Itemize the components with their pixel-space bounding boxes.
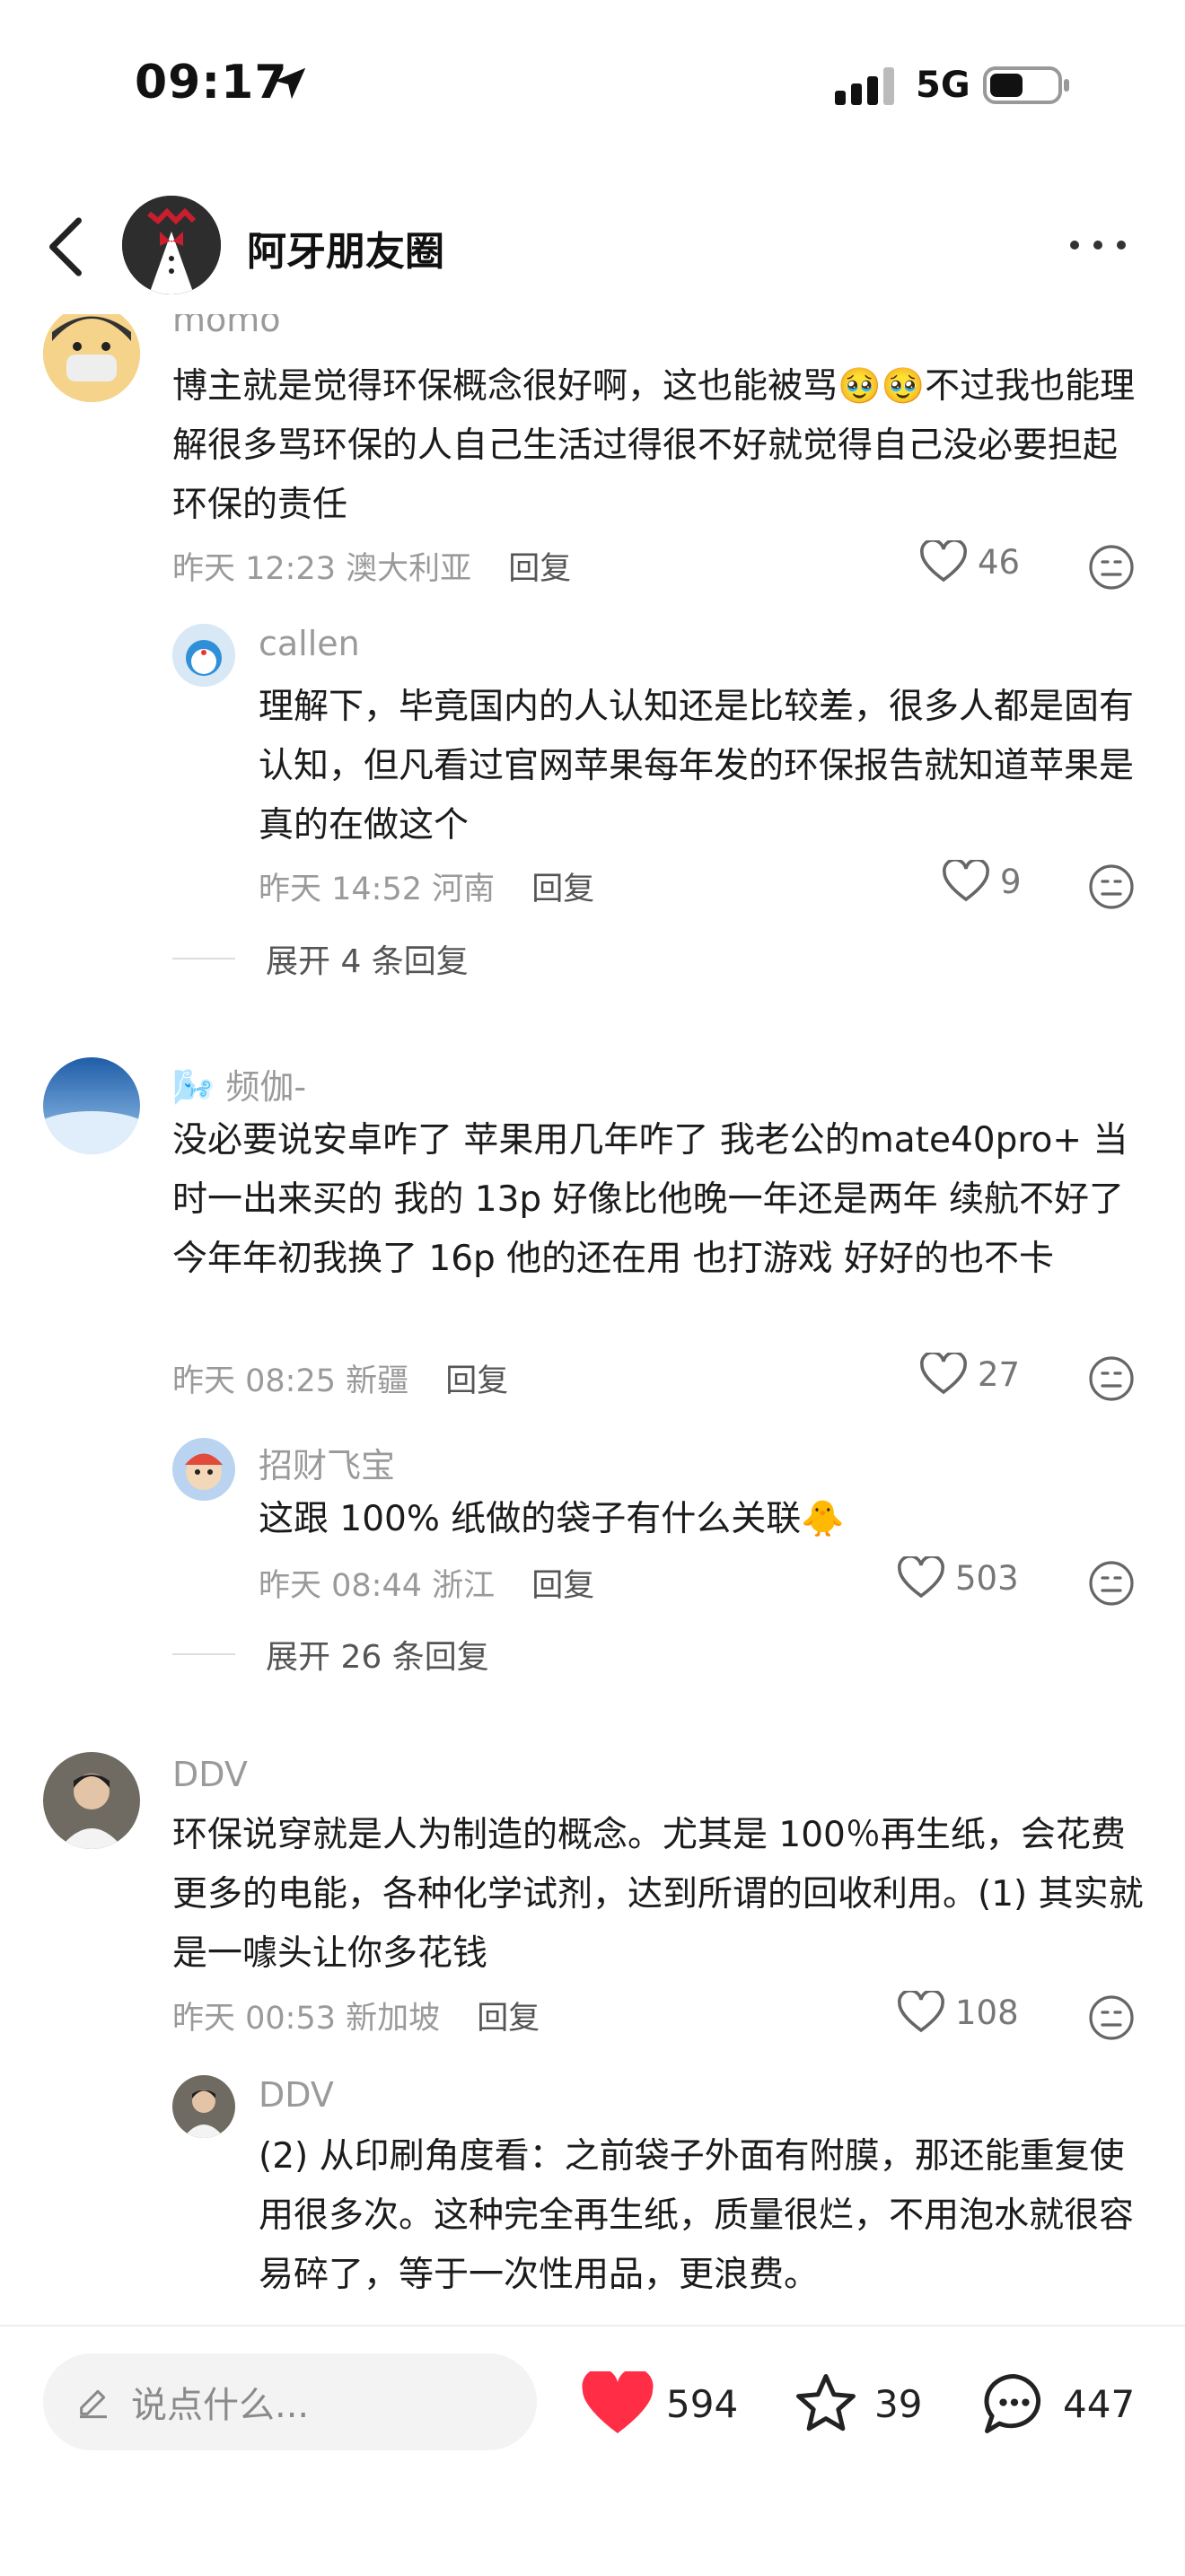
comment-username[interactable]: DDV <box>172 1755 248 1794</box>
comment-location: 新疆 <box>346 1363 409 1399</box>
network-type: 5G <box>916 65 970 106</box>
emoji-reaction-icon[interactable] <box>1088 1355 1135 1402</box>
top-nav-bar: 阿牙朋友圈 <box>0 180 1185 314</box>
avatar[interactable] <box>172 624 235 687</box>
comment-list[interactable]: momo 博主就是觉得环保概念很好啊，这也能被骂🥹🥹不过我也能理解很多骂环保的人… <box>0 314 1185 2325</box>
comment-meta: 昨天 12:23 澳大利亚 回复 <box>172 543 571 589</box>
expand-replies-label: 展开 4 条回复 <box>266 943 469 980</box>
tuxedo-avatar-icon <box>122 196 221 294</box>
comment-text: 博主就是觉得环保概念很好啊，这也能被骂🥹🥹不过我也能理解很多骂环保的人自己生活过… <box>172 366 1136 525</box>
emoji-reaction-icon[interactable] <box>1088 863 1135 910</box>
avatar[interactable] <box>43 1057 140 1154</box>
chat-bubble-icon <box>984 2374 1041 2433</box>
emoji-reaction-icon[interactable] <box>1088 1994 1135 2041</box>
reply-button[interactable]: 回复 <box>508 551 571 587</box>
reply-text: (2) 从印刷角度看：之前袋子外面有附膜，那还能重复使用很多次。这种完全再生纸，… <box>259 2136 1135 2295</box>
page-title: 阿牙朋友圈 <box>247 229 444 275</box>
like-button[interactable]: 27 <box>920 1353 1020 1396</box>
comment-location: 澳大利亚 <box>346 551 472 587</box>
reply-location: 浙江 <box>432 1568 496 1604</box>
comment-input-placeholder: 说点什么... <box>131 2385 310 2426</box>
status-bar: 09:17 5G <box>0 0 1185 171</box>
avatar[interactable] <box>172 1438 235 1501</box>
cellular-signal-icon <box>835 67 894 105</box>
comment-count: 447 <box>1063 2381 1136 2426</box>
reply-text: 理解下，毕竟国内的人认知还是比较差，很多人都是固有认知，但凡看过官网苹果每年发的… <box>259 687 1135 846</box>
reply-button[interactable]: 回复 <box>477 2001 540 2037</box>
expand-replies-button[interactable]: 展开 26 条回复 <box>172 1631 489 1678</box>
expand-replies-label: 展开 26 条回复 <box>266 1639 489 1676</box>
reply-button[interactable]: 回复 <box>531 1568 594 1604</box>
like-count: 27 <box>978 1354 1021 1394</box>
reply-meta: 昨天 14:52 河南 回复 <box>259 863 594 909</box>
favorite-count: 39 <box>874 2381 923 2426</box>
comment-meta: 昨天 08:25 新疆 回复 <box>172 1355 508 1401</box>
like-button[interactable]: 108 <box>898 1991 1019 2034</box>
reply-username[interactable]: DDV <box>259 2075 334 2115</box>
comment-time: 昨天 00:53 <box>172 2001 336 2037</box>
heart-outline-icon <box>920 540 967 583</box>
like-count: 503 <box>955 1558 1019 1598</box>
comment-time: 昨天 08:25 <box>172 1363 336 1399</box>
heart-outline-icon <box>898 1991 944 2033</box>
star-outline-icon <box>796 2374 856 2431</box>
person-photo-avatar-icon <box>43 1752 140 1849</box>
comment-meta: 昨天 00:53 新加坡 回复 <box>172 1993 540 2038</box>
reply-time: 昨天 08:44 <box>259 1568 422 1604</box>
like-post-button[interactable]: 594 <box>582 2371 738 2436</box>
comment-input[interactable]: 说点什么... <box>43 2353 537 2450</box>
reply-button[interactable]: 回复 <box>531 872 594 907</box>
like-button[interactable]: 503 <box>898 1556 1019 1599</box>
status-time: 09:17 <box>135 56 288 110</box>
avatar[interactable] <box>43 1752 140 1849</box>
like-button[interactable]: 46 <box>920 540 1020 583</box>
like-count: 46 <box>978 542 1021 582</box>
reply-username[interactable]: callen <box>259 624 360 663</box>
comment-text: 环保说穿就是人为制造的概念。尤其是 100％再生纸，会花费更多的电能，各种化学试… <box>172 1815 1144 1974</box>
reply-button[interactable]: 回复 <box>445 1363 508 1399</box>
emoji-reaction-icon[interactable] <box>1088 544 1135 591</box>
post-like-count: 594 <box>666 2381 739 2426</box>
heart-outline-icon <box>920 1353 967 1395</box>
comment-text: 没必要说安卓咋了 苹果用几年咋了 我老公的mate40pro+ 当时一出来买的 … <box>172 1120 1128 1279</box>
reply-meta: 昨天 08:44 浙江 回复 <box>259 1560 594 1606</box>
doraemon-avatar-icon <box>172 624 235 687</box>
heart-filled-icon <box>582 2371 654 2433</box>
reply-location: 河南 <box>432 872 496 907</box>
location-arrow-icon <box>274 67 306 100</box>
cartoon-face-avatar-icon <box>43 314 140 402</box>
heart-outline-icon <box>898 1556 944 1599</box>
character-avatar-icon <box>172 1438 235 1501</box>
back-arrow-icon[interactable] <box>43 215 86 278</box>
more-options-icon[interactable] <box>1066 237 1129 253</box>
bottom-action-bar: 说点什么... 594 39 447 <box>0 2325 1185 2576</box>
comment-time: 昨天 12:23 <box>172 551 336 587</box>
author-avatar[interactable] <box>122 196 221 294</box>
reply-text: 这跟 100% 纸做的袋子有什么关联🐥 <box>259 1499 845 1539</box>
reply-username[interactable]: 招财飞宝 <box>259 1438 395 1487</box>
battery-icon <box>983 66 1069 104</box>
divider <box>172 1653 235 1655</box>
like-count: 9 <box>1000 862 1022 901</box>
comment-location: 新加坡 <box>346 2001 441 2037</box>
reply-time: 昨天 14:52 <box>259 872 422 907</box>
like-count: 108 <box>955 1993 1019 2032</box>
emoji-reaction-icon[interactable] <box>1088 1560 1135 1607</box>
sky-earth-avatar-icon <box>43 1057 140 1154</box>
comment-username[interactable]: momo <box>172 314 281 339</box>
avatar[interactable] <box>43 314 140 402</box>
person-photo-avatar-icon <box>172 2075 235 2138</box>
heart-outline-icon <box>943 860 989 902</box>
favorite-button[interactable]: 39 <box>790 2371 922 2436</box>
divider <box>172 958 235 959</box>
avatar[interactable] <box>172 2075 235 2138</box>
pencil-icon <box>80 2389 107 2419</box>
comment-username[interactable]: 🌬️ 频伽- <box>172 1059 306 1108</box>
expand-replies-button[interactable]: 展开 4 条回复 <box>172 935 469 982</box>
comment-button[interactable]: 447 <box>979 2371 1135 2436</box>
like-button[interactable]: 9 <box>943 860 1022 903</box>
